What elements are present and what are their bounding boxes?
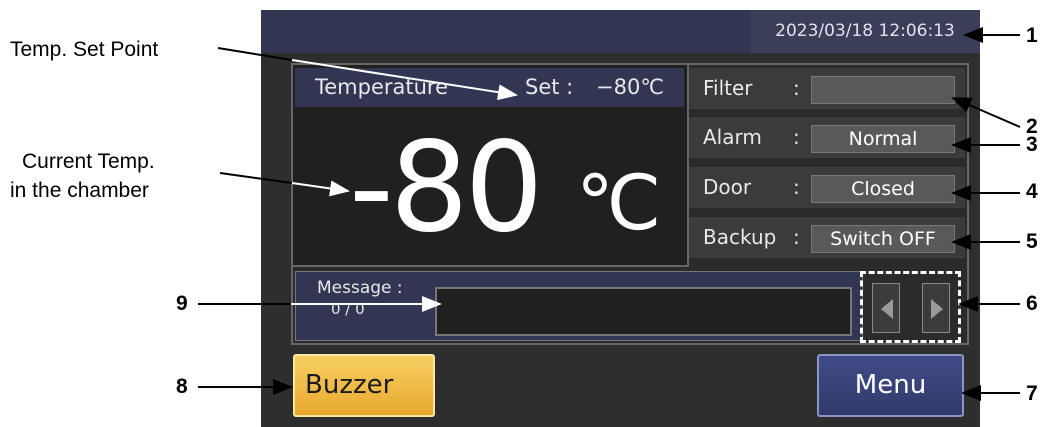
callout-leader-lines bbox=[198, 27, 1021, 401]
leader-line bbox=[291, 180, 350, 197]
leader-line bbox=[219, 172, 293, 184]
leader-line bbox=[217, 47, 293, 61]
leader-line bbox=[291, 59, 518, 101]
leader-line bbox=[951, 97, 1021, 128]
